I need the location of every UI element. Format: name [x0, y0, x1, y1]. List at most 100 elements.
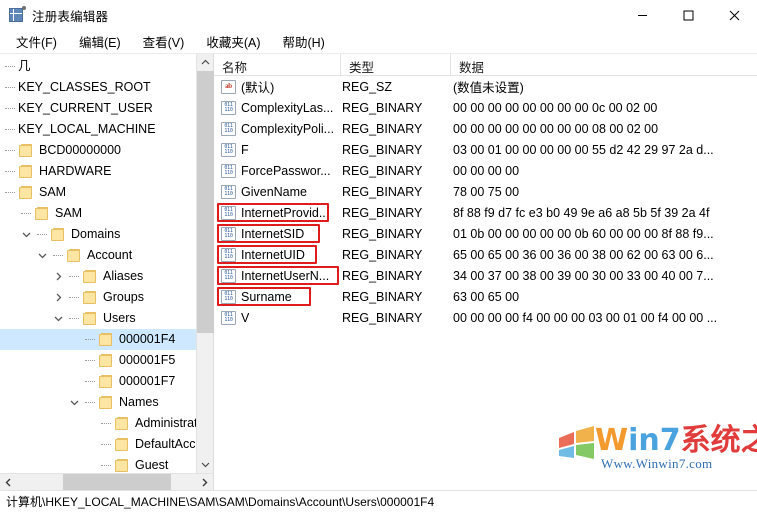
maximize-icon — [683, 10, 693, 20]
menu-view[interactable]: 查看(V) — [135, 30, 193, 54]
value-type-label: REG_BINARY — [342, 100, 423, 115]
value-data-label: 01 0b 00 00 00 00 00 0b 60 00 00 00 8f 8… — [453, 226, 714, 241]
tree-item-label: Aliases — [103, 269, 144, 284]
menu-help[interactable]: 帮助(H) — [274, 30, 332, 54]
table-row[interactable]: 011 110 V REG_BINARY 00 00 00 00 f4 00 00 00… — [214, 307, 757, 328]
value-name-cell: 011 110 Surname — [214, 289, 341, 304]
folder-icon — [82, 311, 99, 326]
binary-value-icon: 011 110 — [221, 310, 236, 325]
status-bar: 计算机\HKEY_LOCAL_MACHINE\SAM\SAM\Domains\A… — [0, 490, 757, 512]
chevron-down-icon[interactable] — [34, 252, 50, 259]
tree-item-label: Users — [103, 311, 136, 326]
table-row[interactable]: 011 110 ComplexityLas... REG_BINARY 00 00 00… — [214, 97, 757, 118]
tree-connector — [2, 66, 18, 67]
table-row[interactable]: 011 110 InternetSID REG_BINARY 01 0b 00 00 0… — [214, 223, 757, 244]
column-header-data[interactable]: 数据 — [451, 54, 757, 75]
tree-item-defaultaccou[interactable]: DefaultAccou — [0, 434, 213, 455]
value-name-label: Surname — [241, 289, 292, 304]
folder-icon — [114, 458, 131, 473]
tree-item-label: SAM — [39, 185, 67, 200]
tree-vscroll-thumb[interactable] — [197, 71, 214, 333]
table-row[interactable]: ab (默认) REG_SZ (数值未设置) — [214, 76, 757, 97]
tree-item-label: SAM — [55, 206, 83, 221]
title-bar: 注册表编辑器 — [0, 0, 757, 30]
value-name-cell: 011 110 InternetUID — [214, 247, 341, 262]
maximize-button[interactable] — [665, 0, 711, 30]
table-row[interactable]: 011 110 Surname REG_BINARY 63 00 65 00 — [214, 286, 757, 307]
value-type-label: REG_BINARY — [342, 247, 423, 262]
tree-vscroll-track[interactable] — [197, 71, 214, 456]
tree-item-users[interactable]: Users — [0, 308, 213, 329]
table-row[interactable]: 011 110 F REG_BINARY 03 00 01 00 00 00 00 00… — [214, 139, 757, 160]
binary-value-icon: 011 110 — [221, 247, 236, 262]
value-type-label: REG_BINARY — [342, 121, 423, 136]
menu-edit[interactable]: 编辑(E) — [71, 30, 129, 54]
menu-favorites[interactable]: 收藏夹(A) — [198, 30, 268, 54]
menu-file[interactable]: 文件(F) — [8, 30, 65, 54]
value-name-cell: 011 110 ComplexityLas... — [214, 100, 341, 115]
tree-item-keycurrentuser[interactable]: KEY_CURRENT_USER — [0, 98, 213, 119]
table-row[interactable]: 011 110 InternetUserN... REG_BINARY 34 00 37… — [214, 265, 757, 286]
close-icon — [729, 10, 739, 20]
chevron-down-icon[interactable] — [18, 231, 34, 238]
table-row[interactable]: 011 110 InternetProvid... REG_BINARY 8f 88 f… — [214, 202, 757, 223]
column-header-name[interactable]: 名称 — [214, 54, 341, 75]
tree-scroll-left-button[interactable] — [0, 474, 17, 490]
tree-item-sam[interactable]: SAM — [0, 182, 213, 203]
tree-hscroll-thumb[interactable] — [63, 474, 171, 490]
binary-value-icon: 011 110 — [221, 205, 236, 220]
value-data-label: 03 00 01 00 00 00 00 00 55 d2 42 29 97 2… — [453, 142, 714, 157]
value-name-cell: 011 110 F — [214, 142, 341, 157]
value-data-label: 00 00 00 00 00 00 00 00 0c 00 02 00 — [453, 100, 658, 115]
binary-value-icon: 011 110 — [221, 100, 236, 115]
tree-item-keylocalmachine[interactable]: KEY_LOCAL_MACHINE — [0, 119, 213, 140]
tree-vertical-scrollbar[interactable] — [196, 54, 214, 473]
chevron-right-icon[interactable] — [50, 293, 66, 302]
table-row[interactable]: 011 110 ForcePasswor... REG_BINARY 00 00 00 … — [214, 160, 757, 181]
tree-item-domains[interactable]: Domains — [0, 224, 213, 245]
column-header-type[interactable]: 类型 — [341, 54, 451, 75]
tree-connector — [2, 108, 18, 109]
tree-item-aliases[interactable]: Aliases — [0, 266, 213, 287]
tree-item-[interactable]: 几 — [0, 56, 213, 77]
close-button[interactable] — [711, 0, 757, 30]
value-name-cell: 011 110 ForcePasswor... — [214, 163, 341, 178]
tree-scroll-right-button[interactable] — [196, 474, 213, 490]
tree-item-bcd00000000[interactable]: BCD00000000 — [0, 140, 213, 161]
tree-item-groups[interactable]: Groups — [0, 287, 213, 308]
tree-item-label: Guest — [135, 458, 169, 473]
value-type-label: REG_BINARY — [342, 226, 423, 241]
tree-item-hardware[interactable]: HARDWARE — [0, 161, 213, 182]
tree-item-names[interactable]: Names — [0, 392, 213, 413]
chevron-down-icon[interactable] — [50, 315, 66, 322]
tree-item-administrato[interactable]: Administrato — [0, 413, 213, 434]
folder-icon — [18, 143, 35, 158]
menu-bar: 文件(F) 编辑(E) 查看(V) 收藏夹(A) 帮助(H) — [0, 30, 757, 54]
table-row[interactable]: 011 110 InternetUID REG_BINARY 65 00 65 00 3… — [214, 244, 757, 265]
registry-tree[interactable]: 几 KEY_CLASSES_ROOT KEY_CURRENT_USER KEY_LOC… — [0, 54, 213, 490]
binary-value-icon: 011 110 — [221, 184, 236, 199]
chevron-right-icon[interactable] — [50, 272, 66, 281]
tree-item-sam[interactable]: SAM — [0, 203, 213, 224]
tree-item-000001f7[interactable]: 000001F7 — [0, 371, 213, 392]
table-row[interactable]: 011 110 GivenName REG_BINARY 78 00 75 00 — [214, 181, 757, 202]
tree-item-000001f4[interactable]: 000001F4 — [0, 329, 213, 350]
tree-horizontal-scrollbar[interactable] — [0, 473, 213, 490]
table-row[interactable]: 011 110 ComplexityPoli... REG_BINARY 00 00 0… — [214, 118, 757, 139]
minimize-button[interactable] — [619, 0, 665, 30]
chevron-down-icon[interactable] — [66, 399, 82, 406]
tree-scroll-up-button[interactable] — [197, 54, 213, 71]
tree-connector — [34, 234, 50, 235]
value-data-label: 78 00 75 00 — [453, 184, 520, 199]
tree-item-account[interactable]: Account — [0, 245, 213, 266]
tree-item-keyclassesroot[interactable]: KEY_CLASSES_ROOT — [0, 77, 213, 98]
value-name-label: GivenName — [241, 184, 307, 199]
tree-item-000001f5[interactable]: 000001F5 — [0, 350, 213, 371]
editor-body: 几 KEY_CLASSES_ROOT KEY_CURRENT_USER KEY_LOC… — [0, 54, 757, 490]
value-name-label: V — [241, 310, 250, 325]
value-name-label: ComplexityLas... — [241, 100, 334, 115]
value-type-label: REG_BINARY — [342, 205, 423, 220]
tree-hscroll-track[interactable] — [17, 474, 196, 490]
values-list[interactable]: ab (默认) REG_SZ (数值未设置) 011 110 ComplexityLas..… — [214, 76, 757, 490]
tree-scroll-down-button[interactable] — [197, 456, 213, 473]
